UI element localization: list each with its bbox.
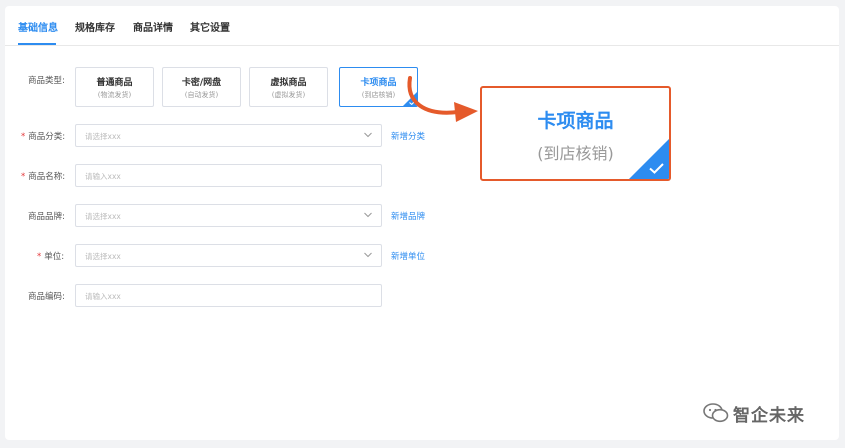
product-code-label: 商品编码:	[28, 292, 65, 302]
type-option-name: 虚拟商品	[270, 78, 307, 88]
callout-title: 卡项商品	[537, 110, 614, 132]
tab-spec-stock[interactable]: 规格库存	[75, 19, 115, 34]
type-option-name: 普通商品	[96, 78, 133, 88]
product-code-input[interactable]: 请输入xxx	[75, 284, 382, 307]
type-option-physical[interactable]: 普通商品 (物流发货)	[75, 67, 154, 107]
watermark: 智企未来	[703, 401, 843, 426]
required-mark: *	[21, 172, 26, 182]
brand-select[interactable]: 请选择xxx	[75, 204, 382, 227]
product-type-label: 商品类型:	[28, 76, 65, 86]
category-select[interactable]: 请选择xxx	[75, 124, 382, 147]
brand-placeholder: 请选择xxx	[85, 212, 121, 221]
wechat-icon	[703, 403, 729, 423]
tab-other-settings[interactable]: 其它设置	[190, 19, 230, 34]
type-option-sub: (虚拟发货)	[271, 91, 306, 99]
add-brand-link[interactable]: 新增品牌	[391, 210, 425, 222]
required-mark: *	[37, 252, 42, 262]
unit-placeholder: 请选择xxx	[85, 252, 121, 261]
chevron-down-icon	[364, 132, 372, 138]
brand-label: 商品品牌:	[28, 212, 65, 222]
type-option-sub: (自动发货)	[184, 91, 219, 99]
unit-select[interactable]: 请选择xxx	[75, 244, 382, 267]
product-name-label: * 商品名称:	[21, 172, 66, 182]
type-option-sub: (物流发货)	[97, 91, 132, 99]
active-tab-indicator	[18, 43, 56, 45]
category-label: * 商品分类:	[21, 132, 66, 142]
tab-basic-info[interactable]: 基础信息	[18, 19, 58, 34]
required-mark: *	[21, 132, 26, 142]
type-option-virtual[interactable]: 虚拟商品 (虚拟发货)	[249, 67, 328, 107]
unit-label: * 单位:	[37, 252, 65, 262]
watermark-text: 智企未来	[733, 406, 805, 426]
add-unit-link[interactable]: 新增单位	[391, 250, 425, 262]
type-option-name: 卡密/网盘	[181, 78, 222, 88]
tab-bar: 基础信息 规格库存 商品详情 其它设置	[5, 6, 839, 46]
check-icon	[649, 163, 664, 174]
curved-arrow-icon	[407, 76, 478, 122]
product-name-placeholder: 请输入xxx	[85, 172, 121, 181]
zoom-callout: 卡项商品 (到店核销)	[480, 86, 671, 181]
main-card: 基础信息 规格库存 商品详情 其它设置 商品类型: 普通商品 (物流发货) 卡密…	[5, 6, 839, 440]
category-placeholder: 请选择xxx	[85, 132, 121, 141]
product-name-input[interactable]: 请输入xxx	[75, 164, 382, 187]
tab-product-detail[interactable]: 商品详情	[133, 19, 173, 34]
product-code-placeholder: 请输入xxx	[85, 292, 121, 301]
chevron-down-icon	[364, 252, 372, 258]
type-option-card-key[interactable]: 卡密/网盘 (自动发货)	[162, 67, 241, 107]
chevron-down-icon	[364, 212, 372, 218]
